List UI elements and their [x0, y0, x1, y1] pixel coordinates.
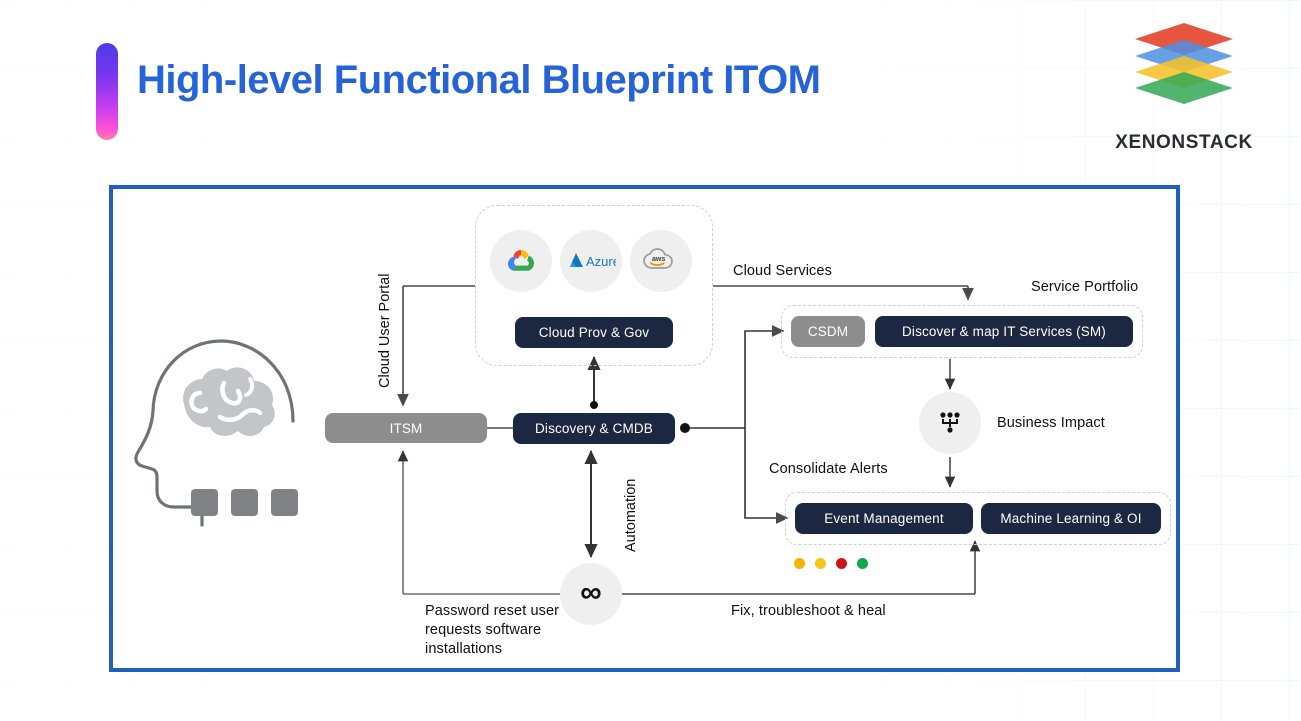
label-consolidate-alerts: Consolidate Alerts [769, 461, 888, 477]
node-csdm[interactable]: CSDM [791, 316, 865, 347]
node-itsm[interactable]: ITSM [325, 413, 487, 443]
brand-logo: XENONSTACK [1104, 22, 1264, 153]
label-cloud-services: Cloud Services [733, 263, 832, 279]
label-password-reset-requests: Password reset user requests software in… [425, 603, 560, 657]
node-discover-map-it-services[interactable]: Discover & map IT Services (SM) [875, 316, 1133, 347]
status-dots [794, 558, 868, 569]
slide-root: High-level Functional Blueprint ITOM XEN… [0, 0, 1301, 721]
label-service-portfolio: Service Portfolio [1031, 279, 1139, 295]
node-cloud-prov-gov[interactable]: Cloud Prov & Gov [515, 317, 673, 348]
page-title: High-level Functional Blueprint ITOM [137, 58, 821, 102]
xenonstack-logo-icon [1134, 22, 1234, 104]
brand-name: XENONSTACK [1115, 132, 1253, 153]
persona-block [231, 489, 258, 516]
status-dot-green [857, 558, 868, 569]
google-cloud-icon[interactable] [490, 230, 552, 292]
status-dot-yellow [815, 558, 826, 569]
microsoft-azure-icon[interactable]: Azure [560, 230, 622, 292]
svg-text:Azure: Azure [586, 254, 616, 269]
status-dot-amber [794, 558, 805, 569]
node-discovery-cmdb[interactable]: Discovery & CMDB [513, 413, 675, 444]
svg-text:aws: aws [652, 256, 665, 263]
node-event-management[interactable]: Event Management [795, 503, 973, 534]
label-automation: Automation [623, 478, 639, 552]
aws-icon[interactable]: aws [630, 230, 692, 292]
label-fix-troubleshoot-heal: Fix, troubleshoot & heal [731, 603, 886, 619]
persona-blocks [191, 489, 298, 516]
hierarchy-icon [919, 392, 981, 454]
persona-block [271, 489, 298, 516]
head-brain-icon [128, 329, 318, 564]
title-accent-bar [96, 43, 118, 140]
persona-block [191, 489, 218, 516]
diagram-canvas: Azure aws Cloud Prov & Gov ITSM Discover… [109, 185, 1180, 672]
label-business-impact: Business Impact [997, 415, 1105, 431]
node-machine-learning-oi[interactable]: Machine Learning & OI [981, 503, 1161, 534]
status-dot-red [836, 558, 847, 569]
label-cloud-user-portal: Cloud User Portal [377, 273, 393, 388]
